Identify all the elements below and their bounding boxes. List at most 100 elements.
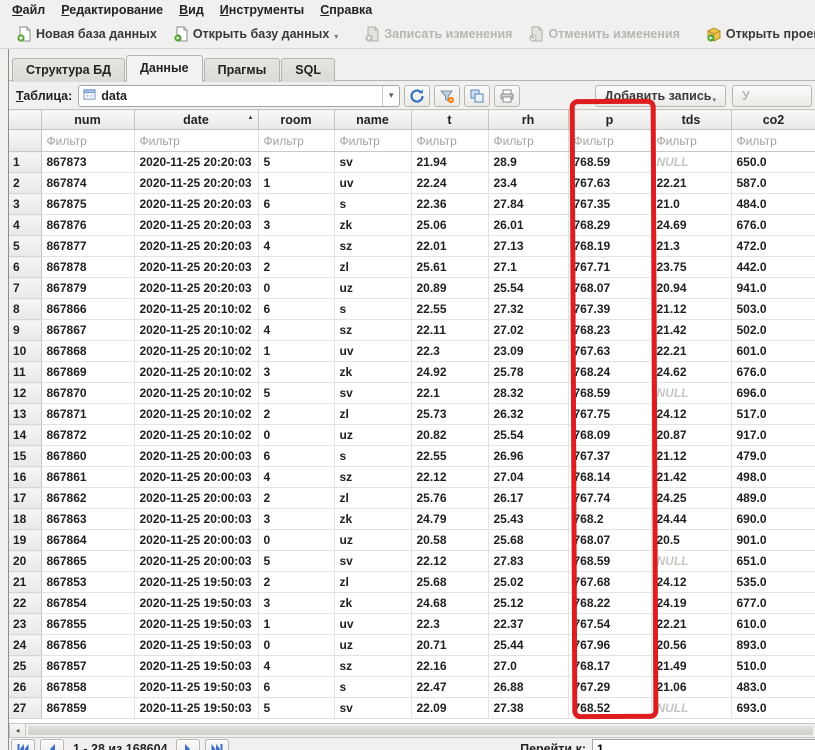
cell-co2[interactable]: 650.0	[731, 152, 815, 173]
cell-date[interactable]: 2020-11-25 19:50:03	[134, 635, 258, 656]
row-number-cell[interactable]: 17	[9, 488, 41, 509]
cell-t[interactable]: 22.55	[411, 446, 488, 467]
cell-date[interactable]: 2020-11-25 20:10:02	[134, 404, 258, 425]
cell-p[interactable]: 767.35	[568, 194, 651, 215]
cell-rh[interactable]: 26.96	[488, 446, 568, 467]
cell-name[interactable]: uz	[334, 635, 411, 656]
row-number-cell[interactable]: 8	[9, 299, 41, 320]
cell-room[interactable]: 3	[258, 215, 334, 236]
cell-date[interactable]: 2020-11-25 20:10:02	[134, 299, 258, 320]
cell-date[interactable]: 2020-11-25 20:00:03	[134, 446, 258, 467]
cell-rh[interactable]: 25.54	[488, 425, 568, 446]
cell-date[interactable]: 2020-11-25 20:20:03	[134, 152, 258, 173]
cell-date[interactable]: 2020-11-25 20:00:03	[134, 467, 258, 488]
cell-p[interactable]: 768.09	[568, 425, 651, 446]
cell-name[interactable]: s	[334, 299, 411, 320]
cell-room[interactable]: 0	[258, 425, 334, 446]
cell-date[interactable]: 2020-11-25 20:00:03	[134, 530, 258, 551]
cell-name[interactable]: uz	[334, 425, 411, 446]
cell-tds[interactable]: 24.69	[651, 215, 731, 236]
column-header-room[interactable]: room	[258, 110, 334, 130]
cell-date[interactable]: 2020-11-25 20:20:03	[134, 278, 258, 299]
cell-name[interactable]: sz	[334, 236, 411, 257]
cell-t[interactable]: 25.73	[411, 404, 488, 425]
cell-num[interactable]: 867873	[41, 152, 134, 173]
cell-t[interactable]: 25.76	[411, 488, 488, 509]
row-number-cell[interactable]: 15	[9, 446, 41, 467]
cell-num[interactable]: 867869	[41, 362, 134, 383]
filter-input-t[interactable]: Фильтр	[411, 130, 488, 152]
cell-tds[interactable]: 21.0	[651, 194, 731, 215]
cell-room[interactable]: 3	[258, 362, 334, 383]
cell-p[interactable]: 767.29	[568, 677, 651, 698]
cell-name[interactable]: zk	[334, 362, 411, 383]
cell-date[interactable]: 2020-11-25 20:10:02	[134, 362, 258, 383]
cell-rh[interactable]: 23.09	[488, 341, 568, 362]
cell-name[interactable]: uv	[334, 173, 411, 194]
cell-t[interactable]: 22.3	[411, 341, 488, 362]
cell-rh[interactable]: 27.04	[488, 467, 568, 488]
last-page-button[interactable]	[205, 739, 229, 750]
menu-item[interactable]: Редактирование	[53, 2, 171, 18]
cell-rh[interactable]: 25.44	[488, 635, 568, 656]
cell-p[interactable]: 768.22	[568, 593, 651, 614]
cell-date[interactable]: 2020-11-25 19:50:03	[134, 572, 258, 593]
cell-t[interactable]: 22.16	[411, 656, 488, 677]
row-number-cell[interactable]: 19	[9, 530, 41, 551]
cell-date[interactable]: 2020-11-25 19:50:03	[134, 656, 258, 677]
cell-tds[interactable]: 24.12	[651, 404, 731, 425]
cell-p[interactable]: 767.68	[568, 572, 651, 593]
cell-name[interactable]: zl	[334, 404, 411, 425]
cell-rh[interactable]: 25.78	[488, 362, 568, 383]
cell-co2[interactable]: 601.0	[731, 341, 815, 362]
cell-date[interactable]: 2020-11-25 20:10:02	[134, 320, 258, 341]
cell-name[interactable]: uz	[334, 530, 411, 551]
cell-date[interactable]: 2020-11-25 19:50:03	[134, 677, 258, 698]
cell-co2[interactable]: 941.0	[731, 278, 815, 299]
cell-rh[interactable]: 27.0	[488, 656, 568, 677]
cell-num[interactable]: 867878	[41, 257, 134, 278]
cell-room[interactable]: 6	[258, 194, 334, 215]
cell-room[interactable]: 5	[258, 698, 334, 719]
cell-room[interactable]: 1	[258, 614, 334, 635]
cell-rh[interactable]: 27.02	[488, 320, 568, 341]
cell-room[interactable]: 0	[258, 278, 334, 299]
cell-t[interactable]: 22.36	[411, 194, 488, 215]
cell-tds[interactable]: 21.12	[651, 446, 731, 467]
cell-num[interactable]: 867860	[41, 446, 134, 467]
cell-t[interactable]: 22.24	[411, 173, 488, 194]
cell-p[interactable]: 767.39	[568, 299, 651, 320]
cell-co2[interactable]: 651.0	[731, 551, 815, 572]
cell-room[interactable]: 6	[258, 677, 334, 698]
cell-room[interactable]: 1	[258, 173, 334, 194]
cell-rh[interactable]: 27.83	[488, 551, 568, 572]
cell-tds[interactable]: 20.94	[651, 278, 731, 299]
cell-name[interactable]: s	[334, 194, 411, 215]
scrollbar-thumb[interactable]	[28, 726, 813, 735]
cell-date[interactable]: 2020-11-25 20:00:03	[134, 551, 258, 572]
cell-name[interactable]: uz	[334, 278, 411, 299]
column-header-name[interactable]: name	[334, 110, 411, 130]
cell-num[interactable]: 867855	[41, 614, 134, 635]
row-number-cell[interactable]: 7	[9, 278, 41, 299]
cell-room[interactable]: 6	[258, 446, 334, 467]
cell-num[interactable]: 867871	[41, 404, 134, 425]
horizontal-scrollbar[interactable]: ◂	[9, 723, 815, 738]
cell-co2[interactable]: 510.0	[731, 656, 815, 677]
chevron-down-icon[interactable]: ▾	[382, 86, 399, 106]
cell-p[interactable]: 767.71	[568, 257, 651, 278]
cell-name[interactable]: sz	[334, 656, 411, 677]
toolbar-button[interactable]: Записать изменения	[358, 23, 518, 45]
cell-p[interactable]: 768.2	[568, 509, 651, 530]
row-number-cell[interactable]: 13	[9, 404, 41, 425]
column-header-num[interactable]: num	[41, 110, 134, 130]
goto-record-input[interactable]	[592, 739, 815, 750]
cell-rh[interactable]: 22.37	[488, 614, 568, 635]
cell-room[interactable]: 2	[258, 488, 334, 509]
row-number-cell[interactable]: 12	[9, 383, 41, 404]
cell-p[interactable]: 768.17	[568, 656, 651, 677]
cell-p[interactable]: 768.52	[568, 698, 651, 719]
cell-name[interactable]: s	[334, 677, 411, 698]
cell-rh[interactable]: 27.1	[488, 257, 568, 278]
cell-p[interactable]: 768.07	[568, 530, 651, 551]
